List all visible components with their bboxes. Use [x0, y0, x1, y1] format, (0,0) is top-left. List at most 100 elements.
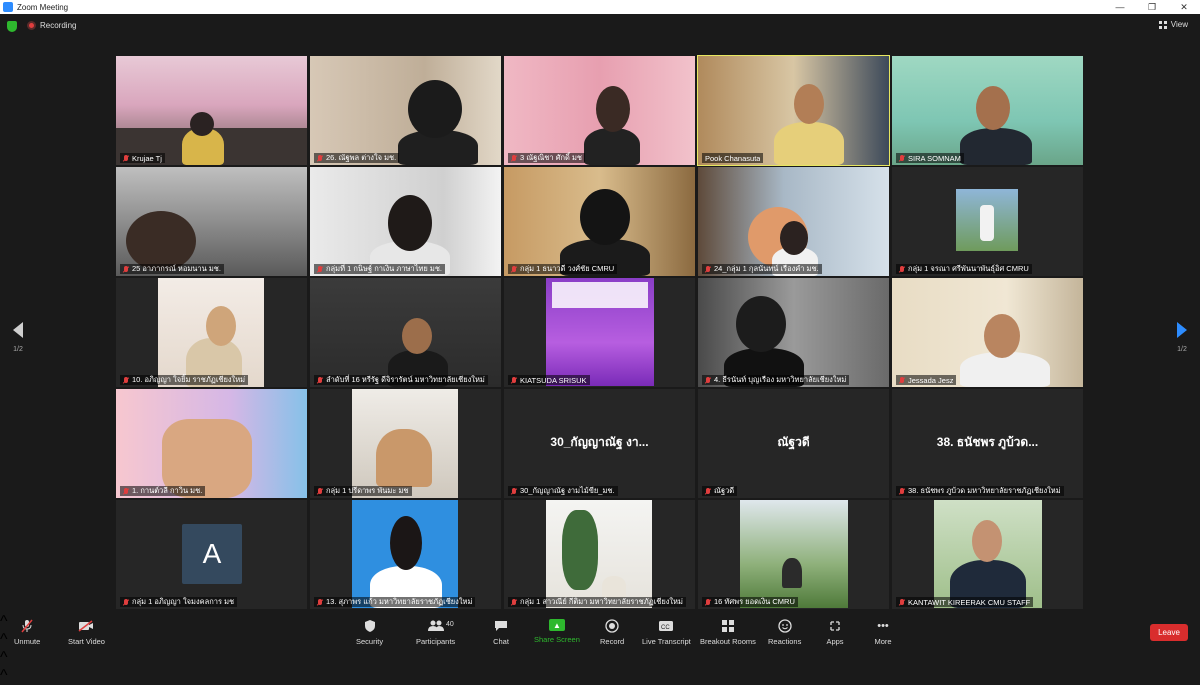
- more-label: More: [874, 637, 892, 646]
- mic-muted-icon: [899, 376, 905, 384]
- mic-muted-icon: [123, 376, 129, 384]
- share-options-caret[interactable]: ^: [0, 667, 1200, 685]
- record-button[interactable]: Record: [600, 619, 624, 646]
- video-tile[interactable]: กลุ่ม 1 ธนาวดี วงศ์ชัย CMRU: [504, 167, 695, 276]
- zoom-logo-icon: [3, 2, 13, 12]
- participant-name-label: 10. อภิญญา ใจยิ้ม ราชภัฏเชียงใหม่: [120, 375, 249, 385]
- apps-button[interactable]: Apps: [826, 619, 844, 646]
- active-speaker-tile[interactable]: Pook Chanasuta: [697, 55, 890, 166]
- participant-name-label: กลุ่ม 1 ธนาวดี วงศ์ชัย CMRU: [508, 264, 618, 274]
- apps-icon: [826, 619, 844, 633]
- view-button[interactable]: View: [1158, 20, 1188, 29]
- title-bar: Zoom Meeting — ❐ ✕: [0, 0, 1200, 14]
- start-video-button[interactable]: Start Video: [68, 619, 105, 646]
- video-tile[interactable]: 3 ณัฐณิชา ศักดิ์ มช: [504, 56, 695, 165]
- mic-muted-icon: [899, 487, 905, 495]
- reactions-label: Reactions: [768, 637, 802, 646]
- participant-name-label: กลุ่ม 1 จรณา ศรีพันนาพันธุ์อิศ CMRU: [896, 264, 1032, 274]
- unmute-button[interactable]: Unmute: [14, 619, 40, 646]
- video-tile[interactable]: กลุ่ม 1 สาวณีย์ กีติมา มหาวิทยาลัยราชภัฏ…: [504, 500, 695, 609]
- video-tile[interactable]: Jessada Jesz: [892, 278, 1083, 387]
- meeting-top-bar: Recording View: [0, 14, 1200, 40]
- video-tile[interactable]: Krujae Tj: [116, 56, 307, 165]
- apps-label: Apps: [826, 637, 844, 646]
- mic-muted-icon: [317, 598, 323, 606]
- chat-button[interactable]: Chat: [492, 619, 510, 646]
- participant-head: [794, 84, 824, 124]
- video-tile[interactable]: กลุ่ม 1 ปรีดาพร พันมะ มช: [310, 389, 501, 498]
- participant-figure: [376, 429, 432, 487]
- gallery-grid: Krujae Tj 26. ณัฐพล ต่างใจ มช. 3 ณัฐณิชา…: [116, 55, 1084, 609]
- captions-icon: CC: [657, 619, 675, 633]
- close-button[interactable]: ✕: [1168, 0, 1200, 14]
- mic-muted-icon: [317, 487, 323, 495]
- participant-head: [976, 86, 1010, 130]
- participants-options-caret[interactable]: ^: [0, 649, 1200, 667]
- participant-name-label: KIATSUDA SRISUK: [508, 375, 590, 385]
- participants-label: Participants: [416, 637, 456, 646]
- recording-indicator[interactable]: Recording: [27, 21, 76, 30]
- share-screen-button[interactable]: ▲ Share Screen: [534, 619, 580, 644]
- mic-muted-icon: [705, 376, 711, 384]
- previous-page-button[interactable]: 1/2: [6, 322, 30, 353]
- security-button[interactable]: Security: [356, 619, 383, 646]
- window-title: Zoom Meeting: [17, 2, 69, 12]
- video-tile[interactable]: SIRA SOMNAM: [892, 56, 1083, 165]
- breakout-rooms-button[interactable]: Breakout Rooms: [700, 619, 756, 646]
- minimize-button[interactable]: —: [1104, 0, 1136, 14]
- video-tile[interactable]: KANTAWIT KIREERAK CMU STAFF: [892, 500, 1083, 609]
- mic-muted-icon: [511, 154, 517, 162]
- leave-button[interactable]: Leave: [1150, 624, 1188, 641]
- video-tile[interactable]: 24_กลุ่ม 1 กุลนันทน์ เรืองคำ มช.: [698, 167, 889, 276]
- more-button[interactable]: ••• More: [874, 619, 892, 646]
- participant-photo: [740, 500, 848, 608]
- participant-name-label: Jessada Jesz: [896, 375, 957, 385]
- video-tile[interactable]: กลุ่มที่ 1 กนิษฐ์ กาเงิน ภาษาไทย มช.: [310, 167, 501, 276]
- video-tile[interactable]: ลำดับที่ 16 หรีรัฐ ดีจิรารัตน์ มหาวิทยาล…: [310, 278, 501, 387]
- chevron-right-icon: [1177, 322, 1187, 338]
- participant-display-name: 38. ธนัชพร ภูบ้วด...: [936, 435, 1039, 449]
- view-label: View: [1170, 20, 1188, 29]
- name-only-tile[interactable]: 30_กัญญาณัฐ งา... 30_กัญญาณัฐ งามไม้ขีย_…: [504, 389, 695, 498]
- breakout-rooms-label: Breakout Rooms: [700, 637, 756, 646]
- video-off-icon: [77, 619, 95, 633]
- mic-muted-icon: [511, 487, 517, 495]
- mic-muted-icon: [511, 265, 517, 273]
- name-only-tile[interactable]: 38. ธนัชพร ภูบ้วด... 38. ธนัชพร ภูบ้วด ม…: [892, 389, 1083, 498]
- avatar: A: [182, 524, 242, 584]
- video-tile[interactable]: 25 อาภากรณ์ หอมนาน มช.: [116, 167, 307, 276]
- video-tile[interactable]: 4. ธีรนันท์ บุญเรือง มหาวิทยาลัยเชียงใหม…: [698, 278, 889, 387]
- mic-muted-icon: [123, 154, 129, 162]
- participant-head: [580, 189, 630, 245]
- participant-name-label: ลำดับที่ 16 หรีรัฐ ดีจิรารัตน์ มหาวิทยาล…: [314, 375, 488, 385]
- video-tile[interactable]: 13. สุภาพร แก้ว มหาวิทยาลัยราชภัฏเชียงให…: [310, 500, 501, 609]
- video-tile[interactable]: 10. อภิญญา ใจยิ้ม ราชภัฏเชียงใหม่: [116, 278, 307, 387]
- participant-name-label: กลุ่ม 1 อภิญญา ใจมงคลการ มช: [120, 597, 238, 607]
- video-tile[interactable]: KIATSUDA SRISUK: [504, 278, 695, 387]
- video-tile[interactable]: 16 ทัศพร ยอดเงิน CMRU: [698, 500, 889, 609]
- mic-muted-icon: [123, 265, 129, 273]
- svg-text:CC: CC: [661, 625, 670, 631]
- mic-muted-icon: [899, 154, 905, 162]
- participant-figure: [584, 128, 640, 165]
- participant-name-label: 13. สุภาพร แก้ว มหาวิทยาลัยราชภัฏเชียงให…: [314, 597, 476, 607]
- avatar-tile[interactable]: A กลุ่ม 1 อภิญญา ใจมงคลการ มช: [116, 500, 307, 609]
- video-tile[interactable]: 26. ณัฐพล ต่างใจ มช.: [310, 56, 501, 165]
- live-transcript-label: Live Transcript: [642, 637, 691, 646]
- live-transcript-button[interactable]: CC Live Transcript: [642, 619, 691, 646]
- reactions-button[interactable]: Reactions: [768, 619, 801, 646]
- unmute-label: Unmute: [14, 637, 41, 646]
- video-tile[interactable]: 1. กานต์วลี กาวิน มช.: [116, 389, 307, 498]
- video-tile[interactable]: กลุ่ม 1 จรณา ศรีพันนาพันธุ์อิศ CMRU: [892, 167, 1083, 276]
- next-page-button[interactable]: 1/2: [1170, 322, 1194, 353]
- maximize-button[interactable]: ❐: [1136, 0, 1168, 14]
- smiley-icon: [776, 619, 794, 633]
- name-only-tile[interactable]: ณัฐวดี ณัฐวดี: [698, 389, 889, 498]
- breakout-rooms-icon: [719, 619, 737, 633]
- participant-figure: [602, 576, 626, 598]
- shield-icon[interactable]: [7, 21, 17, 32]
- participant-name-label: 25 อาภากรณ์ หอมนาน มช.: [120, 264, 224, 274]
- shield-icon: [361, 619, 379, 633]
- mic-muted-icon: [705, 265, 711, 273]
- participant-figure: [782, 558, 802, 588]
